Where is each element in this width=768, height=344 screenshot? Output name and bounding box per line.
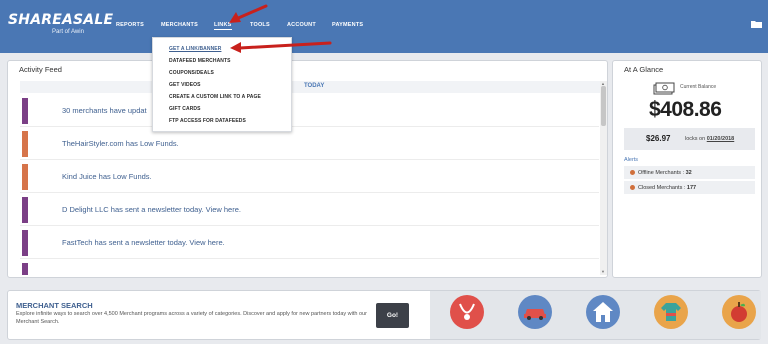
at-a-glance-title: At A Glance bbox=[624, 65, 664, 74]
feed-color-bar bbox=[22, 197, 28, 223]
locks-text: locks on 01/20/2018 bbox=[685, 136, 734, 142]
scroll-thumb[interactable] bbox=[601, 86, 606, 126]
necklace-icon[interactable] bbox=[450, 295, 484, 329]
alert-count: 177 bbox=[686, 184, 697, 191]
menu-item-get-link-banner[interactable]: GET A LINK/BANNER bbox=[169, 46, 221, 52]
menu-item-gift-cards[interactable]: GIFT CARDS bbox=[169, 106, 201, 112]
merchant-search-description: Explore infinite ways to search over 4,5… bbox=[16, 311, 367, 325]
shareasale-logo[interactable]: SHAREASALE Part of Awin bbox=[8, 12, 114, 35]
feed-color-bar bbox=[22, 230, 28, 256]
alert-count: 32 bbox=[685, 169, 692, 176]
logo-text: SHAREASALE bbox=[8, 12, 114, 28]
alert-label: Closed Merchants : bbox=[638, 184, 687, 191]
folder-icon[interactable] bbox=[751, 20, 762, 28]
feed-color-bar bbox=[22, 263, 28, 275]
menu-item-datafeed-merchants[interactable]: DATAFEED MERCHANTS bbox=[169, 58, 231, 64]
feed-scrollbar[interactable]: ▲ ▼ bbox=[600, 81, 607, 275]
clothing-icon[interactable] bbox=[654, 295, 688, 329]
feed-item[interactable]: D Delight LLC has sent a newsletter toda… bbox=[20, 194, 599, 226]
locks-on-label: locks on bbox=[685, 135, 706, 142]
alert-offline-merchants[interactable]: Offline Merchants : 32 bbox=[624, 166, 755, 179]
feed-color-bar bbox=[22, 98, 28, 124]
alert-text: Offline Merchants : 32 bbox=[638, 170, 692, 176]
nav-merchants[interactable]: MERCHANTS bbox=[161, 22, 198, 28]
feed-item[interactable]: 30 merchants have updat bbox=[20, 95, 599, 127]
today-label: TODAY bbox=[304, 83, 325, 89]
car-icon[interactable] bbox=[518, 295, 552, 329]
top-navigation-bar: SHAREASALE Part of Awin REPORTS MERCHANT… bbox=[0, 0, 768, 53]
money-icon bbox=[653, 82, 675, 95]
locks-date-link[interactable]: 01/20/2018 bbox=[707, 136, 735, 142]
locks-box: $26.97 locks on 01/20/2018 bbox=[624, 128, 755, 150]
feed-item-text[interactable]: D Delight LLC has sent a newsletter toda… bbox=[62, 205, 241, 214]
feed-item-text[interactable]: TheHairStyler.com has Low Funds. bbox=[62, 139, 179, 148]
alert-closed-merchants[interactable]: Closed Merchants : 177 bbox=[624, 181, 755, 194]
current-balance-label: Current Balance bbox=[680, 84, 717, 90]
red-arrow-icon bbox=[230, 41, 332, 53]
nav-payments[interactable]: PAYMENTS bbox=[332, 22, 363, 28]
alert-dot-icon bbox=[630, 170, 635, 175]
feed-item[interactable]: FastTech has sent a newsletter today. Vi… bbox=[20, 227, 599, 259]
apple-icon[interactable] bbox=[722, 295, 756, 329]
nav-account[interactable]: ACCOUNT bbox=[287, 22, 316, 28]
logo-subtitle: Part of Awin bbox=[52, 29, 84, 35]
current-balance-value: $408.86 bbox=[649, 98, 722, 121]
category-strip bbox=[430, 291, 761, 339]
alert-dot-icon bbox=[630, 185, 635, 190]
merchant-search-panel: MERCHANT SEARCH Explore infinite ways to… bbox=[7, 290, 761, 340]
feed-item[interactable]: TheHairStyler.com has Low Funds. bbox=[20, 128, 599, 160]
feed-list: 30 merchants have updat TheHairStyler.co… bbox=[20, 95, 599, 275]
red-arrow-icon bbox=[229, 4, 268, 23]
menu-item-ftp-access[interactable]: FTP ACCESS FOR DATAFEEDS bbox=[169, 118, 246, 124]
alerts-label: Alerts bbox=[624, 157, 639, 163]
activity-feed-panel: Activity Feed TODAY 30 merchants have up… bbox=[7, 60, 608, 278]
menu-item-get-videos[interactable]: GET VIDEOS bbox=[169, 82, 201, 88]
go-button[interactable]: Go! bbox=[376, 303, 409, 328]
feed-item[interactable]: Kind Juice has Low Funds. bbox=[20, 161, 599, 193]
menu-item-custom-link[interactable]: CREATE A CUSTOM LINK TO A PAGE bbox=[169, 94, 261, 100]
locks-amount: $26.97 bbox=[646, 134, 671, 143]
feed-item-text[interactable]: Kind Juice has Low Funds. bbox=[62, 172, 152, 181]
nav-reports[interactable]: REPORTS bbox=[116, 22, 144, 28]
merchant-search-title: MERCHANT SEARCH bbox=[16, 301, 93, 310]
scroll-down-icon[interactable]: ▼ bbox=[601, 269, 605, 274]
feed-color-bar bbox=[22, 131, 28, 157]
house-icon[interactable] bbox=[586, 295, 620, 329]
feed-item-text[interactable]: FastTech has sent a newsletter today. Vi… bbox=[62, 238, 225, 247]
activity-feed-title: Activity Feed bbox=[19, 65, 62, 74]
at-a-glance-panel: At A Glance Current Balance $408.86 $26.… bbox=[612, 60, 762, 278]
feed-color-bar bbox=[22, 164, 28, 190]
feed-item[interactable] bbox=[20, 260, 599, 275]
feed-item-text[interactable]: 30 merchants have updat bbox=[62, 106, 147, 115]
alert-label: Offline Merchants : bbox=[638, 169, 686, 176]
menu-item-coupons-deals[interactable]: COUPONS/DEALS bbox=[169, 70, 214, 76]
alert-text: Closed Merchants : 177 bbox=[638, 185, 696, 191]
